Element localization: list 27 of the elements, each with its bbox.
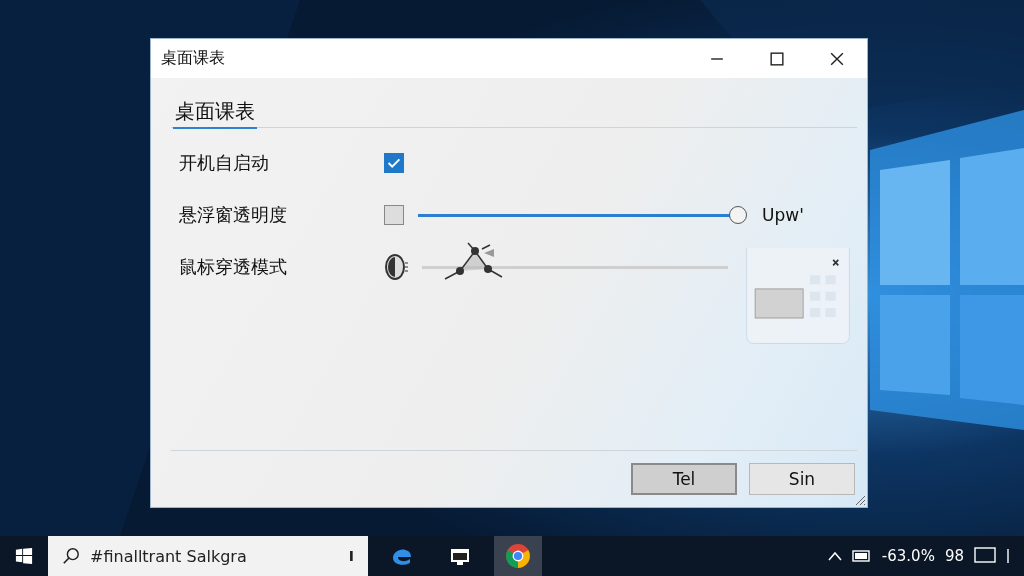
resize-grip-icon[interactable] bbox=[854, 494, 866, 506]
cursor-glyph: I bbox=[348, 548, 354, 564]
checkbox[interactable] bbox=[384, 205, 404, 225]
notification-icon[interactable] bbox=[974, 547, 996, 565]
dialog-button[interactable]: Sin bbox=[749, 463, 855, 495]
show-desktop-icon[interactable] bbox=[1006, 547, 1010, 565]
slider-value: Upw' bbox=[762, 205, 804, 225]
window-title: 桌面课表 bbox=[161, 48, 225, 69]
chrome-icon[interactable] bbox=[494, 536, 542, 576]
maximize-icon bbox=[770, 51, 784, 66]
chevron-up-icon[interactable] bbox=[827, 551, 842, 561]
setting-label: 开机自启动 bbox=[178, 151, 270, 175]
setting-label: 悬浮窗透明度 bbox=[178, 203, 288, 227]
windows-icon bbox=[15, 547, 33, 565]
cursor-mode-icon bbox=[384, 253, 408, 281]
checkbox[interactable] bbox=[384, 153, 404, 173]
slider[interactable] bbox=[418, 205, 748, 225]
page-heading: 桌面课表 bbox=[173, 98, 257, 129]
setting-label: 鼠标穿透模式 bbox=[178, 255, 288, 279]
battery-icon[interactable] bbox=[851, 549, 872, 563]
tray-number: 98 bbox=[944, 547, 964, 565]
dialog-button[interactable]: Tel bbox=[631, 463, 737, 495]
search-field[interactable]: #finalltrant Salkgra I bbox=[48, 536, 368, 576]
battery-reading: -63.0% bbox=[881, 547, 935, 565]
search-icon bbox=[62, 547, 80, 565]
minimize-icon bbox=[710, 57, 724, 60]
close-icon bbox=[830, 51, 844, 66]
